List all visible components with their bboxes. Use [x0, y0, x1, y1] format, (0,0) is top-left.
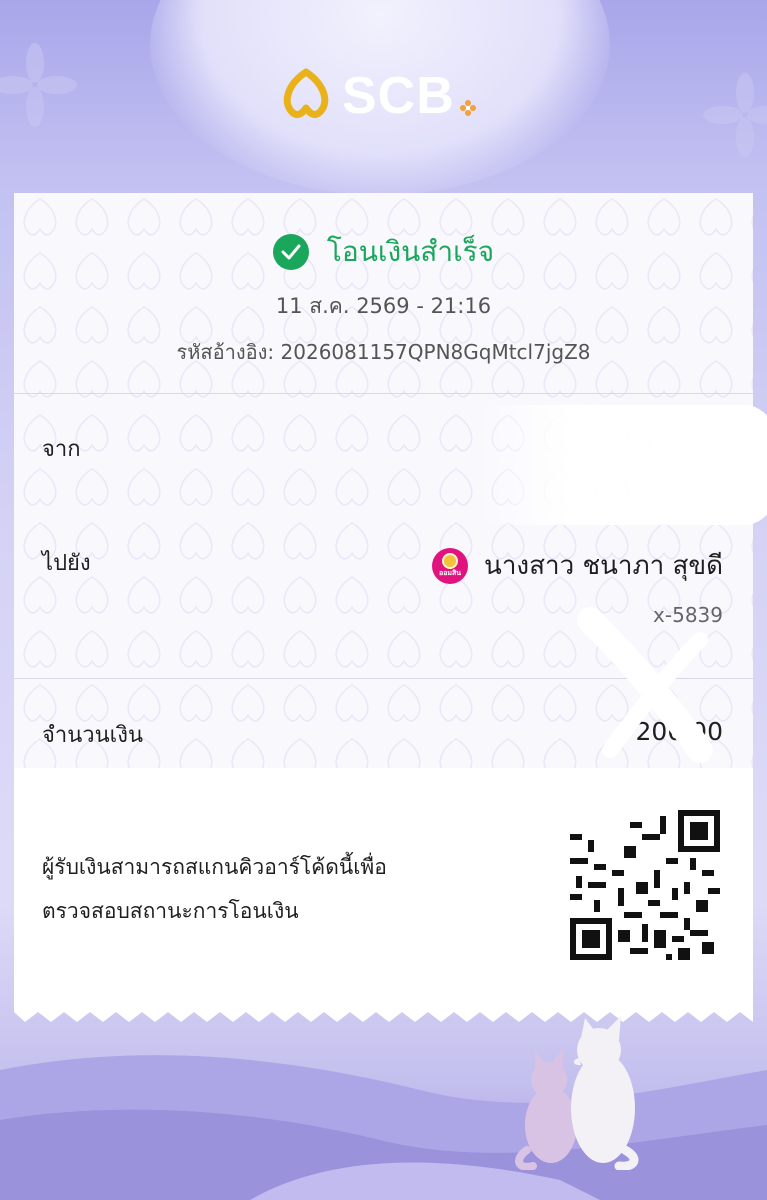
transfer-slip: โอนเงินสำเร็จ 11 ส.ค. 2569 - 21:16 รหัสอ… — [14, 193, 767, 1003]
decorative-flower-right — [703, 73, 767, 157]
scb-logo-icon — [283, 68, 329, 118]
transaction-datetime: 11 ส.ค. 2569 - 21:16 — [275, 294, 492, 318]
gsb-bank-icon: ออมสิน — [432, 547, 469, 584]
flower-mark-icon — [459, 100, 476, 116]
decorative-flower-left — [0, 43, 77, 127]
divider-top — [14, 393, 753, 394]
scb-logo: SCB — [280, 67, 477, 125]
success-check-icon — [272, 234, 309, 270]
background-hills — [0, 1055, 767, 1200]
qr-note-line1: ผู้รับเงินสามารถสแกนคิวอาร์โค้ดนี้เพื่อ — [42, 855, 387, 879]
qr-redaction-mark — [577, 607, 713, 763]
reference-line: รหัสอ้างอิง: 2026081157QPN8GqMtcl7jgZ8 — [14, 336, 753, 368]
status-text: โอนเงินสำเร็จ — [326, 235, 495, 268]
bank-logo-text: ออมสิน — [439, 569, 462, 577]
status-row: โอนเงินสำเร็จ — [14, 230, 753, 274]
reference-code: 2026081157QPN8GqMtcl7jgZ8 — [280, 340, 591, 364]
recipient: ออมสิน นางสาว ชนาภา สุขดี — [432, 545, 723, 586]
amount-label: จำนวนเงิน — [42, 723, 143, 748]
from-label: จาก — [42, 437, 81, 462]
qr-note-line2: ตรวจสอบสถานะการโอนเงิน — [42, 899, 299, 923]
to-label: ไปยัง — [42, 551, 91, 576]
qr-note: ผู้รับเงินสามารถสแกนคิวอาร์โค้ดนี้เพื่อ … — [42, 845, 512, 933]
redacted-sender — [474, 405, 767, 525]
reference-label: รหัสอ้างอิง: — [176, 340, 275, 364]
cats-illustration — [515, 1016, 639, 1170]
scb-logo-text: SCB — [342, 67, 455, 125]
recipient-name: นางสาว ชนาภา สุขดี — [484, 551, 723, 581]
qr-code-icon — [570, 810, 720, 960]
